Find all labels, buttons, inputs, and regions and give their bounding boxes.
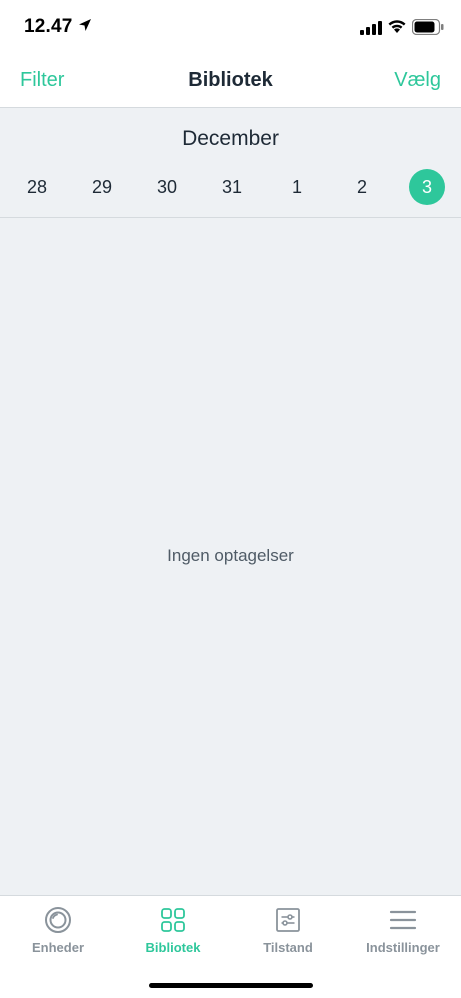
date-picker: December 28 29 30 31 1 2 3 — [0, 109, 461, 218]
day-item[interactable]: 28 — [19, 169, 55, 205]
day-item-selected[interactable]: 3 — [409, 169, 445, 205]
grid-icon — [161, 908, 185, 932]
tab-label: Bibliotek — [145, 940, 201, 955]
tab-label: Enheder — [31, 940, 84, 955]
tab-devices[interactable]: Enheder — [0, 906, 116, 966]
tab-settings[interactable]: Indstillinger — [345, 906, 461, 966]
month-label: December — [182, 127, 279, 150]
day-item[interactable]: 31 — [214, 169, 250, 205]
sliders-icon — [276, 908, 300, 932]
select-button[interactable]: Vælg — [394, 69, 441, 92]
status-bar: 12.47 — [0, 0, 461, 56]
wifi-icon — [388, 20, 406, 33]
tab-mode[interactable]: Tilstand — [230, 906, 346, 966]
menu-icon — [389, 910, 417, 930]
day-strip: 28 29 30 31 1 2 3 — [0, 169, 461, 205]
tab-library[interactable]: Bibliotek — [115, 906, 231, 966]
tab-label: Indstillinger — [366, 940, 440, 955]
location-arrow-icon — [79, 19, 91, 31]
filter-button[interactable]: Filter — [20, 69, 64, 92]
day-item[interactable]: 2 — [344, 169, 380, 205]
navigation-bar: Filter Bibliotek Vælg — [0, 56, 461, 108]
tab-label: Tilstand — [263, 940, 313, 955]
camera-lens-icon — [45, 907, 71, 933]
home-indicator — [149, 983, 313, 988]
status-time: 12.47 — [24, 16, 73, 37]
cellular-signal-icon — [360, 21, 382, 35]
empty-state-message: Ingen optagelser — [167, 546, 294, 565]
battery-icon — [412, 19, 444, 35]
day-item[interactable]: 1 — [279, 169, 315, 205]
day-item[interactable]: 30 — [149, 169, 185, 205]
day-item[interactable]: 29 — [84, 169, 120, 205]
page-title: Bibliotek — [188, 69, 273, 91]
